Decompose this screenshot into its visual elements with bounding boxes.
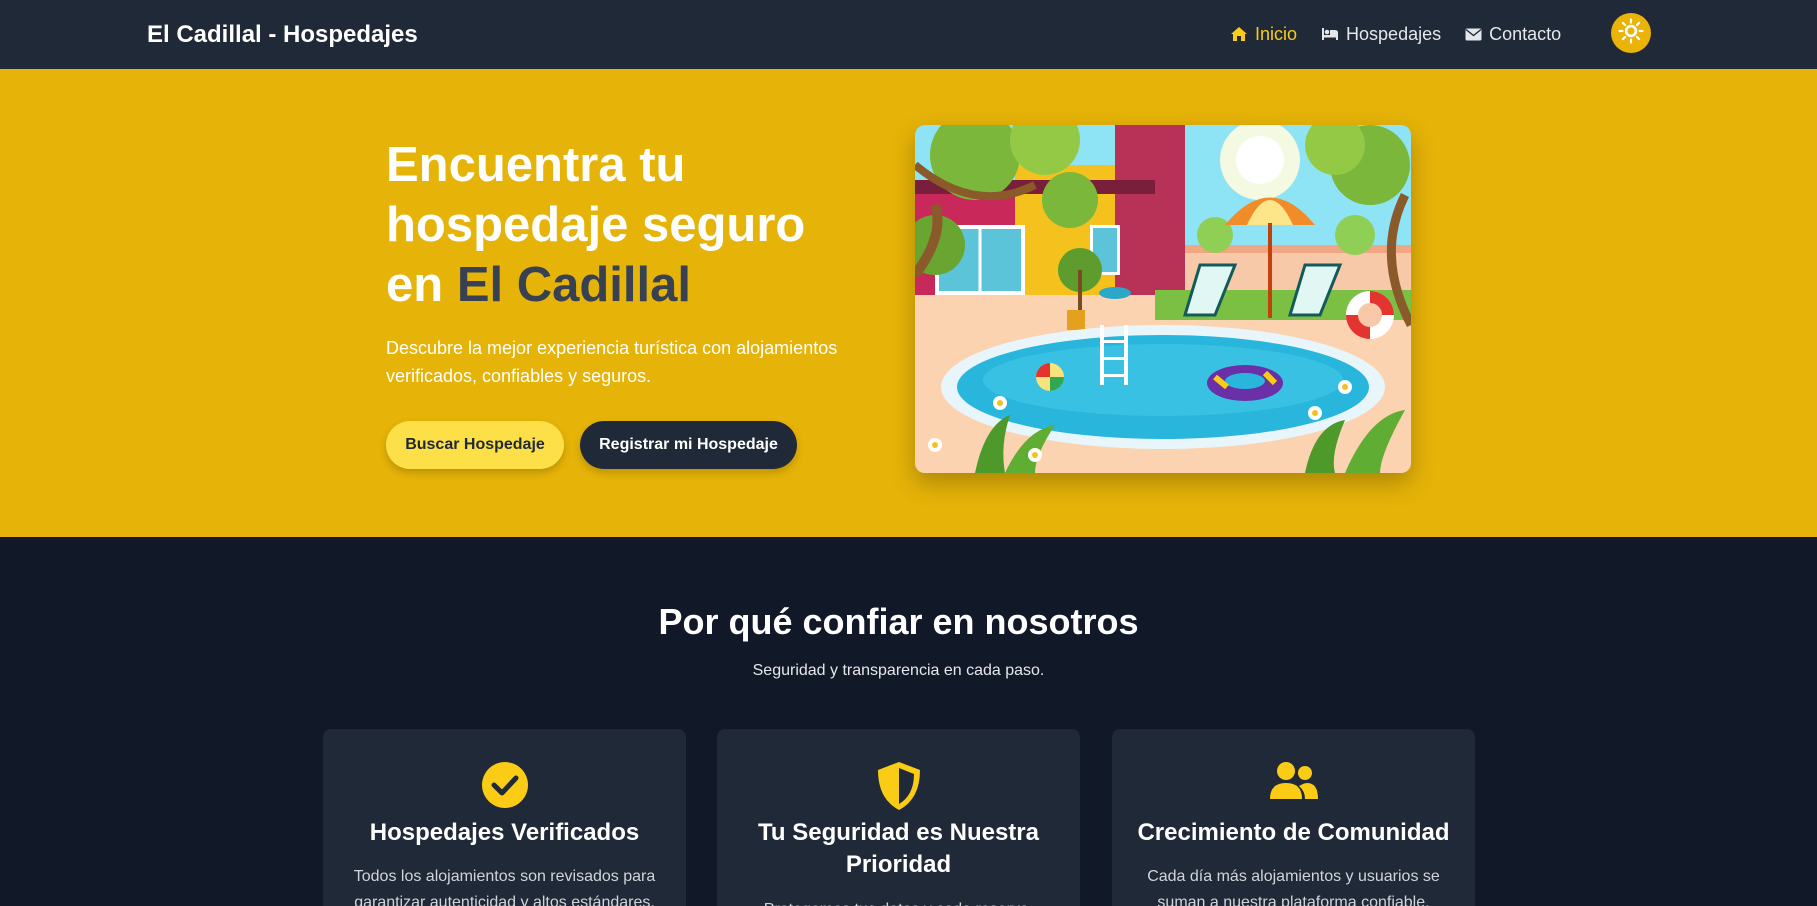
section-subtitle: Seguridad y transparencia en cada paso.: [752, 662, 1045, 679]
hero-description: Descubre la mejor experiencia turística …: [386, 338, 838, 386]
bed-icon: [1321, 27, 1339, 41]
nav-link-label: Contacto: [1489, 24, 1562, 44]
card-text: Cada día más alojamientos y usuarios se …: [1147, 868, 1440, 906]
card-text: Todos los alojamientos son revisados par…: [353, 868, 656, 906]
card-title: Hospedajes Verificados: [369, 819, 640, 846]
hero-title-accent: El Cadillal: [456, 258, 691, 312]
hero-title: Encuentra tu hospedaje seguro en El Cadi…: [386, 135, 856, 315]
section-title: Por qué confiar en nosotros: [658, 601, 1139, 642]
navbar: El Cadillal - Hospedajes Inicio Hospedaj…: [0, 0, 1817, 69]
theme-toggle-button[interactable]: [1611, 13, 1651, 53]
check-circle-icon: [481, 761, 529, 814]
envelope-icon: [1465, 28, 1482, 41]
feature-card-security: Tu Seguridad es Nuestra Prioridad Proteg…: [717, 729, 1080, 906]
feature-card-verified: Hospedajes Verificados Todos los alojami…: [323, 729, 686, 906]
users-icon: [1269, 761, 1319, 806]
hero-section: Encuentra tu hospedaje seguro en El Cadi…: [0, 69, 1817, 537]
card-title: Crecimiento de Comunidad: [1137, 819, 1450, 846]
shield-icon: [876, 761, 922, 816]
nav-link-label: Hospedajes: [1346, 24, 1442, 44]
search-lodging-button[interactable]: Buscar Hospedaje: [386, 421, 564, 469]
home-icon: [1230, 26, 1248, 42]
nav-link-hospedajes[interactable]: Hospedajes: [1321, 20, 1441, 48]
card-title: Tu Seguridad es Nuestra Prioridad: [758, 819, 1039, 878]
nav-link-contacto[interactable]: Contacto: [1465, 20, 1561, 48]
hero-image: [915, 125, 1411, 473]
brand-logo[interactable]: El Cadillal - Hospedajes: [147, 19, 418, 51]
sun-icon: [1618, 17, 1644, 49]
nav-link-label: Inicio: [1255, 24, 1298, 44]
pool-illustration: [915, 125, 1411, 473]
feature-card-community: Crecimiento de Comunidad Cada día más al…: [1112, 729, 1475, 906]
features-section: Por qué confiar en nosotros Seguridad y …: [0, 537, 1817, 906]
nav-link-inicio[interactable]: Inicio: [1230, 20, 1297, 48]
register-lodging-button[interactable]: Registrar mi Hospedaje: [580, 421, 797, 469]
nav-links: Inicio Hospedajes Contacto: [1230, 20, 1561, 48]
card-text: Protegemos tus datos y cada reserva.: [743, 897, 1054, 906]
